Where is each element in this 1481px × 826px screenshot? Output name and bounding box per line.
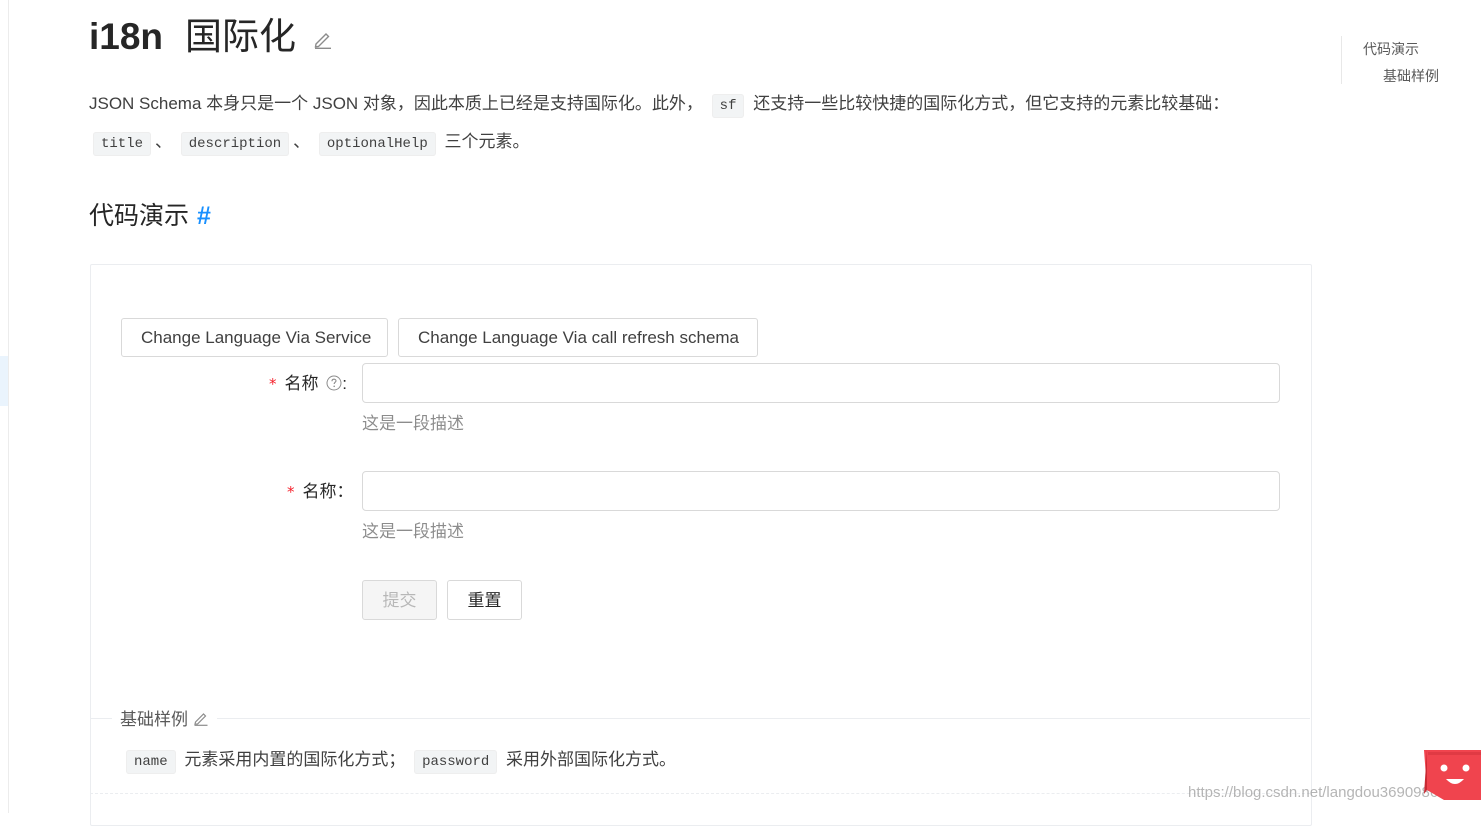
toc-item-code-demo[interactable]: 代码演示 <box>1363 36 1439 63</box>
field-label-text: 名称 <box>284 374 319 393</box>
page-title: i18n 国际化 <box>89 12 296 62</box>
section-heading: 代码演示 # <box>89 197 211 235</box>
meta-text-2: 采用外部国际化方式。 <box>506 750 677 769</box>
page-title-sub: 国际化 <box>185 16 297 57</box>
side-nav-marker <box>0 356 8 406</box>
code-box-divider <box>90 793 1310 794</box>
required-mark: * <box>287 483 295 501</box>
field-description-2: 这是一段描述 <box>362 522 464 541</box>
watermark: https://blog.csdn.net/langdou369098655 <box>1188 784 1455 801</box>
code-optional-help: optionalHelp <box>318 132 436 156</box>
required-mark: * <box>269 375 277 393</box>
code-name: name <box>126 750 176 774</box>
field-label-colon: ： <box>336 482 354 501</box>
intro-text-2: 还支持一些比较快捷的国际化方式，但它支持的元素比较基础： <box>753 94 1230 113</box>
change-language-refresh-button[interactable]: Change Language Via call refresh schema <box>398 318 758 357</box>
code-password: password <box>414 750 498 774</box>
separator: 、 <box>293 132 311 151</box>
meta-text-1: 元素采用内置的国际化方式； <box>184 750 406 769</box>
toc-item-basic-example[interactable]: 基础样例 <box>1363 63 1439 90</box>
section-heading-text: 代码演示 <box>89 202 190 230</box>
reset-button[interactable]: 重置 <box>447 580 522 620</box>
intro-text-3: 三个元素。 <box>444 132 530 151</box>
help-icon[interactable] <box>326 374 342 398</box>
edit-icon[interactable] <box>313 29 333 54</box>
field-label-text: 名称 <box>302 482 337 501</box>
separator: 、 <box>155 132 173 151</box>
field-label-colon: : <box>342 374 347 393</box>
intro-paragraph: JSON Schema 本身只是一个 JSON 对象，因此本质上已经是支持国际化… <box>89 86 1289 162</box>
edit-icon[interactable] <box>193 709 209 733</box>
demo-meta-description: name 元素采用内置的国际化方式； password 采用外部国际化方式。 <box>121 744 676 778</box>
field-label-name-1: * 名称 : <box>269 372 347 398</box>
code-description: description <box>180 132 290 156</box>
demo-meta-divider <box>90 718 1310 719</box>
field-description-1: 这是一段描述 <box>362 414 464 433</box>
left-border <box>8 0 9 813</box>
table-of-contents: 代码演示 基础样例 <box>1341 36 1439 84</box>
intro-text-1: JSON Schema 本身只是一个 JSON 对象，因此本质上已经是支持国际化… <box>89 94 703 113</box>
section-anchor-link[interactable]: # <box>197 202 211 230</box>
demo-meta-title-text: 基础样例 <box>120 710 188 729</box>
page-title-main: i18n <box>89 16 164 57</box>
field-label-name-2: * 名称： <box>287 480 354 504</box>
name-input-1[interactable] <box>362 363 1280 403</box>
demo-meta-title: 基础样例 <box>112 708 217 733</box>
code-sf: sf <box>711 94 745 118</box>
change-language-service-button[interactable]: Change Language Via Service <box>121 318 388 357</box>
submit-button[interactable]: 提交 <box>362 580 437 620</box>
name-input-2[interactable] <box>362 471 1280 511</box>
float-bot-icon[interactable] <box>1424 750 1481 806</box>
code-title: title <box>93 132 152 156</box>
